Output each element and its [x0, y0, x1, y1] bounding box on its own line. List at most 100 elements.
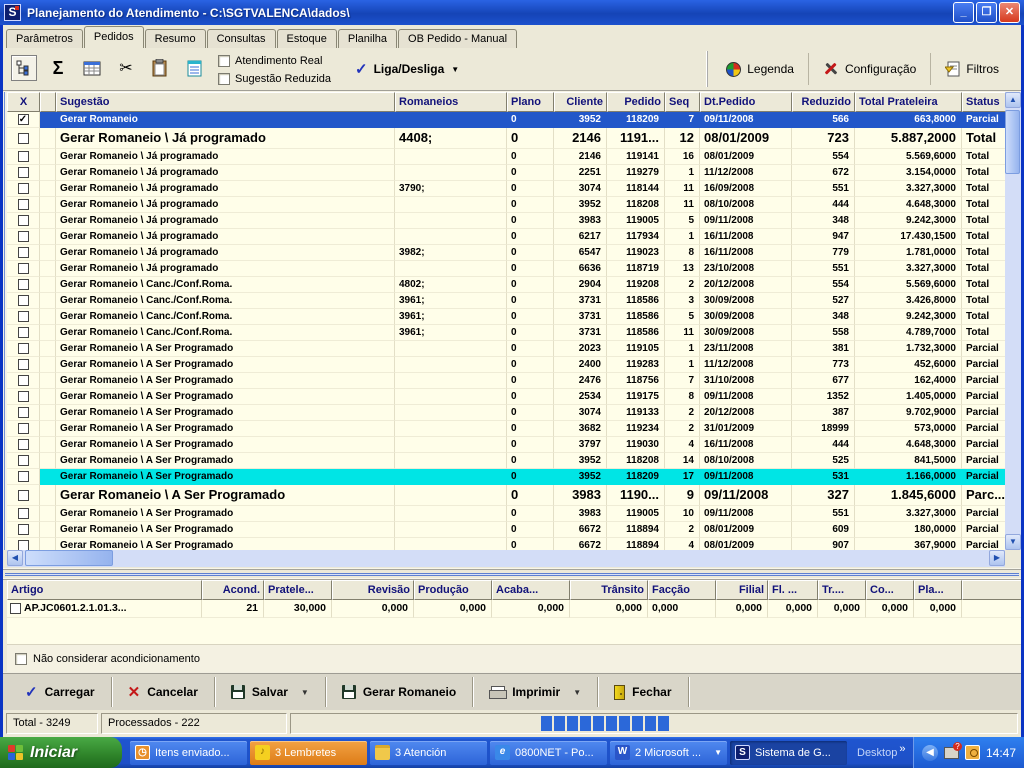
tray-clock-icon[interactable]: [965, 745, 980, 760]
table-row[interactable]: Gerar Romaneio \ Já programado 4408; 0 2…: [7, 128, 1005, 149]
table-row[interactable]: Gerar Romaneio \ Já programado 0 2251 11…: [7, 165, 1005, 181]
row-checkbox[interactable]: [18, 311, 29, 322]
tab-estoque[interactable]: Estoque: [277, 29, 337, 48]
col-header-faccao[interactable]: Facção: [648, 580, 716, 600]
table-row[interactable]: Gerar Romaneio \ A Ser Programado 0 6672…: [7, 522, 1005, 538]
atendimento-real-checkbox[interactable]: [218, 55, 230, 67]
col-header-status[interactable]: Status: [962, 92, 1005, 112]
taskbar-item-0800net[interactable]: e 0800NET - Po...: [490, 741, 607, 765]
col-header-pedido[interactable]: Pedido: [607, 92, 665, 112]
table-row[interactable]: Gerar Romaneio \ A Ser Programado 0 3797…: [7, 437, 1005, 453]
table-row[interactable]: Gerar Romaneio \ Já programado 3790; 0 3…: [7, 181, 1005, 197]
row-checkbox[interactable]: [18, 215, 29, 226]
col-header-co[interactable]: Co...: [866, 580, 914, 600]
row-checkbox[interactable]: [18, 508, 29, 519]
filtros-button[interactable]: Filtros: [930, 53, 1013, 85]
col-header-sugestao[interactable]: Sugestão: [56, 92, 395, 112]
sum-button[interactable]: Σ: [45, 55, 71, 81]
table-button[interactable]: [79, 55, 105, 81]
col-header-reduzido[interactable]: Reduzido: [792, 92, 855, 112]
cut-button[interactable]: ✂: [113, 55, 139, 81]
table-row[interactable]: Gerar Romaneio \ A Ser Programado 0 2023…: [7, 341, 1005, 357]
col-header-plano[interactable]: Plano: [507, 92, 554, 112]
row-checkbox[interactable]: [18, 471, 29, 482]
horizontal-scroll-thumb[interactable]: [25, 550, 113, 566]
table-row[interactable]: Gerar Romaneio 0 3952 118209 7 09/11/200…: [7, 112, 1005, 128]
row-checkbox[interactable]: [18, 231, 29, 242]
row-checkbox[interactable]: [18, 524, 29, 535]
liga-desliga-button[interactable]: ✓ Liga/Desliga ▼: [355, 60, 459, 78]
col-header-cliente[interactable]: Cliente: [554, 92, 607, 112]
tab-parametros[interactable]: Parâmetros: [6, 29, 83, 48]
tree-view-button[interactable]: [11, 55, 37, 81]
detail-row-checkbox[interactable]: [10, 603, 21, 614]
col-header-x[interactable]: X: [7, 92, 40, 112]
splitter[interactable]: [3, 568, 1021, 580]
row-checkbox[interactable]: [18, 247, 29, 258]
scroll-right-icon[interactable]: ▶: [989, 550, 1005, 566]
close-button[interactable]: ✕: [999, 2, 1020, 23]
col-header-revisao[interactable]: Revisão: [332, 580, 414, 600]
table-row[interactable]: Gerar Romaneio \ Já programado 0 2146 11…: [7, 149, 1005, 165]
row-checkbox[interactable]: [18, 114, 29, 125]
table-row[interactable]: Gerar Romaneio \ Já programado 0 6217 11…: [7, 229, 1005, 245]
dropdown-arrow-icon[interactable]: ▼: [573, 688, 581, 697]
col-header-artigo[interactable]: Artigo: [7, 580, 202, 600]
col-header-prateleira[interactable]: Pratele...: [264, 580, 332, 600]
table-row[interactable]: Gerar Romaneio \ Já programado 0 3983 11…: [7, 213, 1005, 229]
table-row[interactable]: Gerar Romaneio \ Canc./Conf.Roma. 4802; …: [7, 277, 1005, 293]
salvar-button[interactable]: Salvar ▼: [215, 677, 326, 707]
table-row[interactable]: Gerar Romaneio \ Já programado 0 3952 11…: [7, 197, 1005, 213]
configuracao-button[interactable]: Configuração: [808, 53, 930, 85]
col-header-transito[interactable]: Trânsito: [570, 580, 648, 600]
table-row[interactable]: Gerar Romaneio \ A Ser Programado 0 6672…: [7, 538, 1005, 550]
gerar-romaneio-button[interactable]: Gerar Romaneio: [326, 677, 473, 707]
table-row[interactable]: Gerar Romaneio \ A Ser Programado 0 3682…: [7, 421, 1005, 437]
row-checkbox[interactable]: [18, 375, 29, 386]
scroll-up-icon[interactable]: ▲: [1005, 92, 1021, 108]
table-row[interactable]: Gerar Romaneio \ A Ser Programado 0 3952…: [7, 453, 1005, 469]
row-checkbox[interactable]: [18, 455, 29, 466]
row-checkbox[interactable]: [18, 423, 29, 434]
row-checkbox[interactable]: [18, 151, 29, 162]
nao-considerar-checkbox[interactable]: [15, 653, 27, 665]
detail-row[interactable]: AP.JC0601.2.1.01.3... 21 30,000 0,000 0,…: [7, 600, 1021, 618]
imprimir-button[interactable]: Imprimir ▼: [473, 677, 598, 707]
row-checkbox[interactable]: [18, 343, 29, 354]
fechar-button[interactable]: Fechar: [598, 677, 688, 707]
table-row[interactable]: Gerar Romaneio \ A Ser Programado 0 2400…: [7, 357, 1005, 373]
tab-ob-pedido-manual[interactable]: OB Pedido - Manual: [398, 29, 517, 48]
row-checkbox[interactable]: [18, 407, 29, 418]
table-row[interactable]: Gerar Romaneio \ Já programado 3982; 0 6…: [7, 245, 1005, 261]
col-header-seq[interactable]: Seq: [665, 92, 700, 112]
col-header-acond[interactable]: Acond.: [202, 580, 264, 600]
carregar-button[interactable]: ✓ Carregar: [9, 677, 112, 707]
col-header-total-prateleira[interactable]: Total Prateleira: [855, 92, 962, 112]
paste-button[interactable]: [147, 55, 173, 81]
table-row[interactable]: Gerar Romaneio \ A Ser Programado 0 3952…: [7, 469, 1005, 485]
tray-collapse-icon[interactable]: ◀: [922, 745, 938, 761]
scroll-down-icon[interactable]: ▼: [1005, 534, 1021, 550]
taskbar-item-lembretes[interactable]: ♪ 3 Lembretes: [250, 741, 367, 765]
toolbar-chevron-icon[interactable]: »: [899, 743, 905, 755]
minimize-button[interactable]: _: [953, 2, 974, 23]
horizontal-scrollbar[interactable]: ◀ ▶: [7, 550, 1005, 567]
row-checkbox[interactable]: [18, 540, 29, 550]
row-checkbox[interactable]: [18, 490, 29, 501]
row-checkbox[interactable]: [18, 327, 29, 338]
row-checkbox[interactable]: [18, 391, 29, 402]
row-checkbox[interactable]: [18, 279, 29, 290]
vertical-scroll-thumb[interactable]: [1005, 110, 1020, 174]
row-checkbox[interactable]: [18, 199, 29, 210]
tray-printer-icon[interactable]: [944, 747, 959, 759]
desktop-toolbar-label[interactable]: Desktop: [857, 747, 897, 759]
dropdown-arrow-icon[interactable]: ▼: [301, 688, 309, 697]
taskbar-item-sistema[interactable]: S Sistema de G...: [730, 741, 847, 765]
restore-button[interactable]: ❐: [976, 2, 997, 23]
scroll-left-icon[interactable]: ◀: [7, 550, 23, 566]
col-header-indicator[interactable]: [40, 92, 56, 112]
row-checkbox[interactable]: [18, 295, 29, 306]
table-row[interactable]: Gerar Romaneio \ A Ser Programado 0 3074…: [7, 405, 1005, 421]
vertical-scrollbar[interactable]: ▲ ▼: [1005, 92, 1021, 550]
row-checkbox[interactable]: [18, 263, 29, 274]
